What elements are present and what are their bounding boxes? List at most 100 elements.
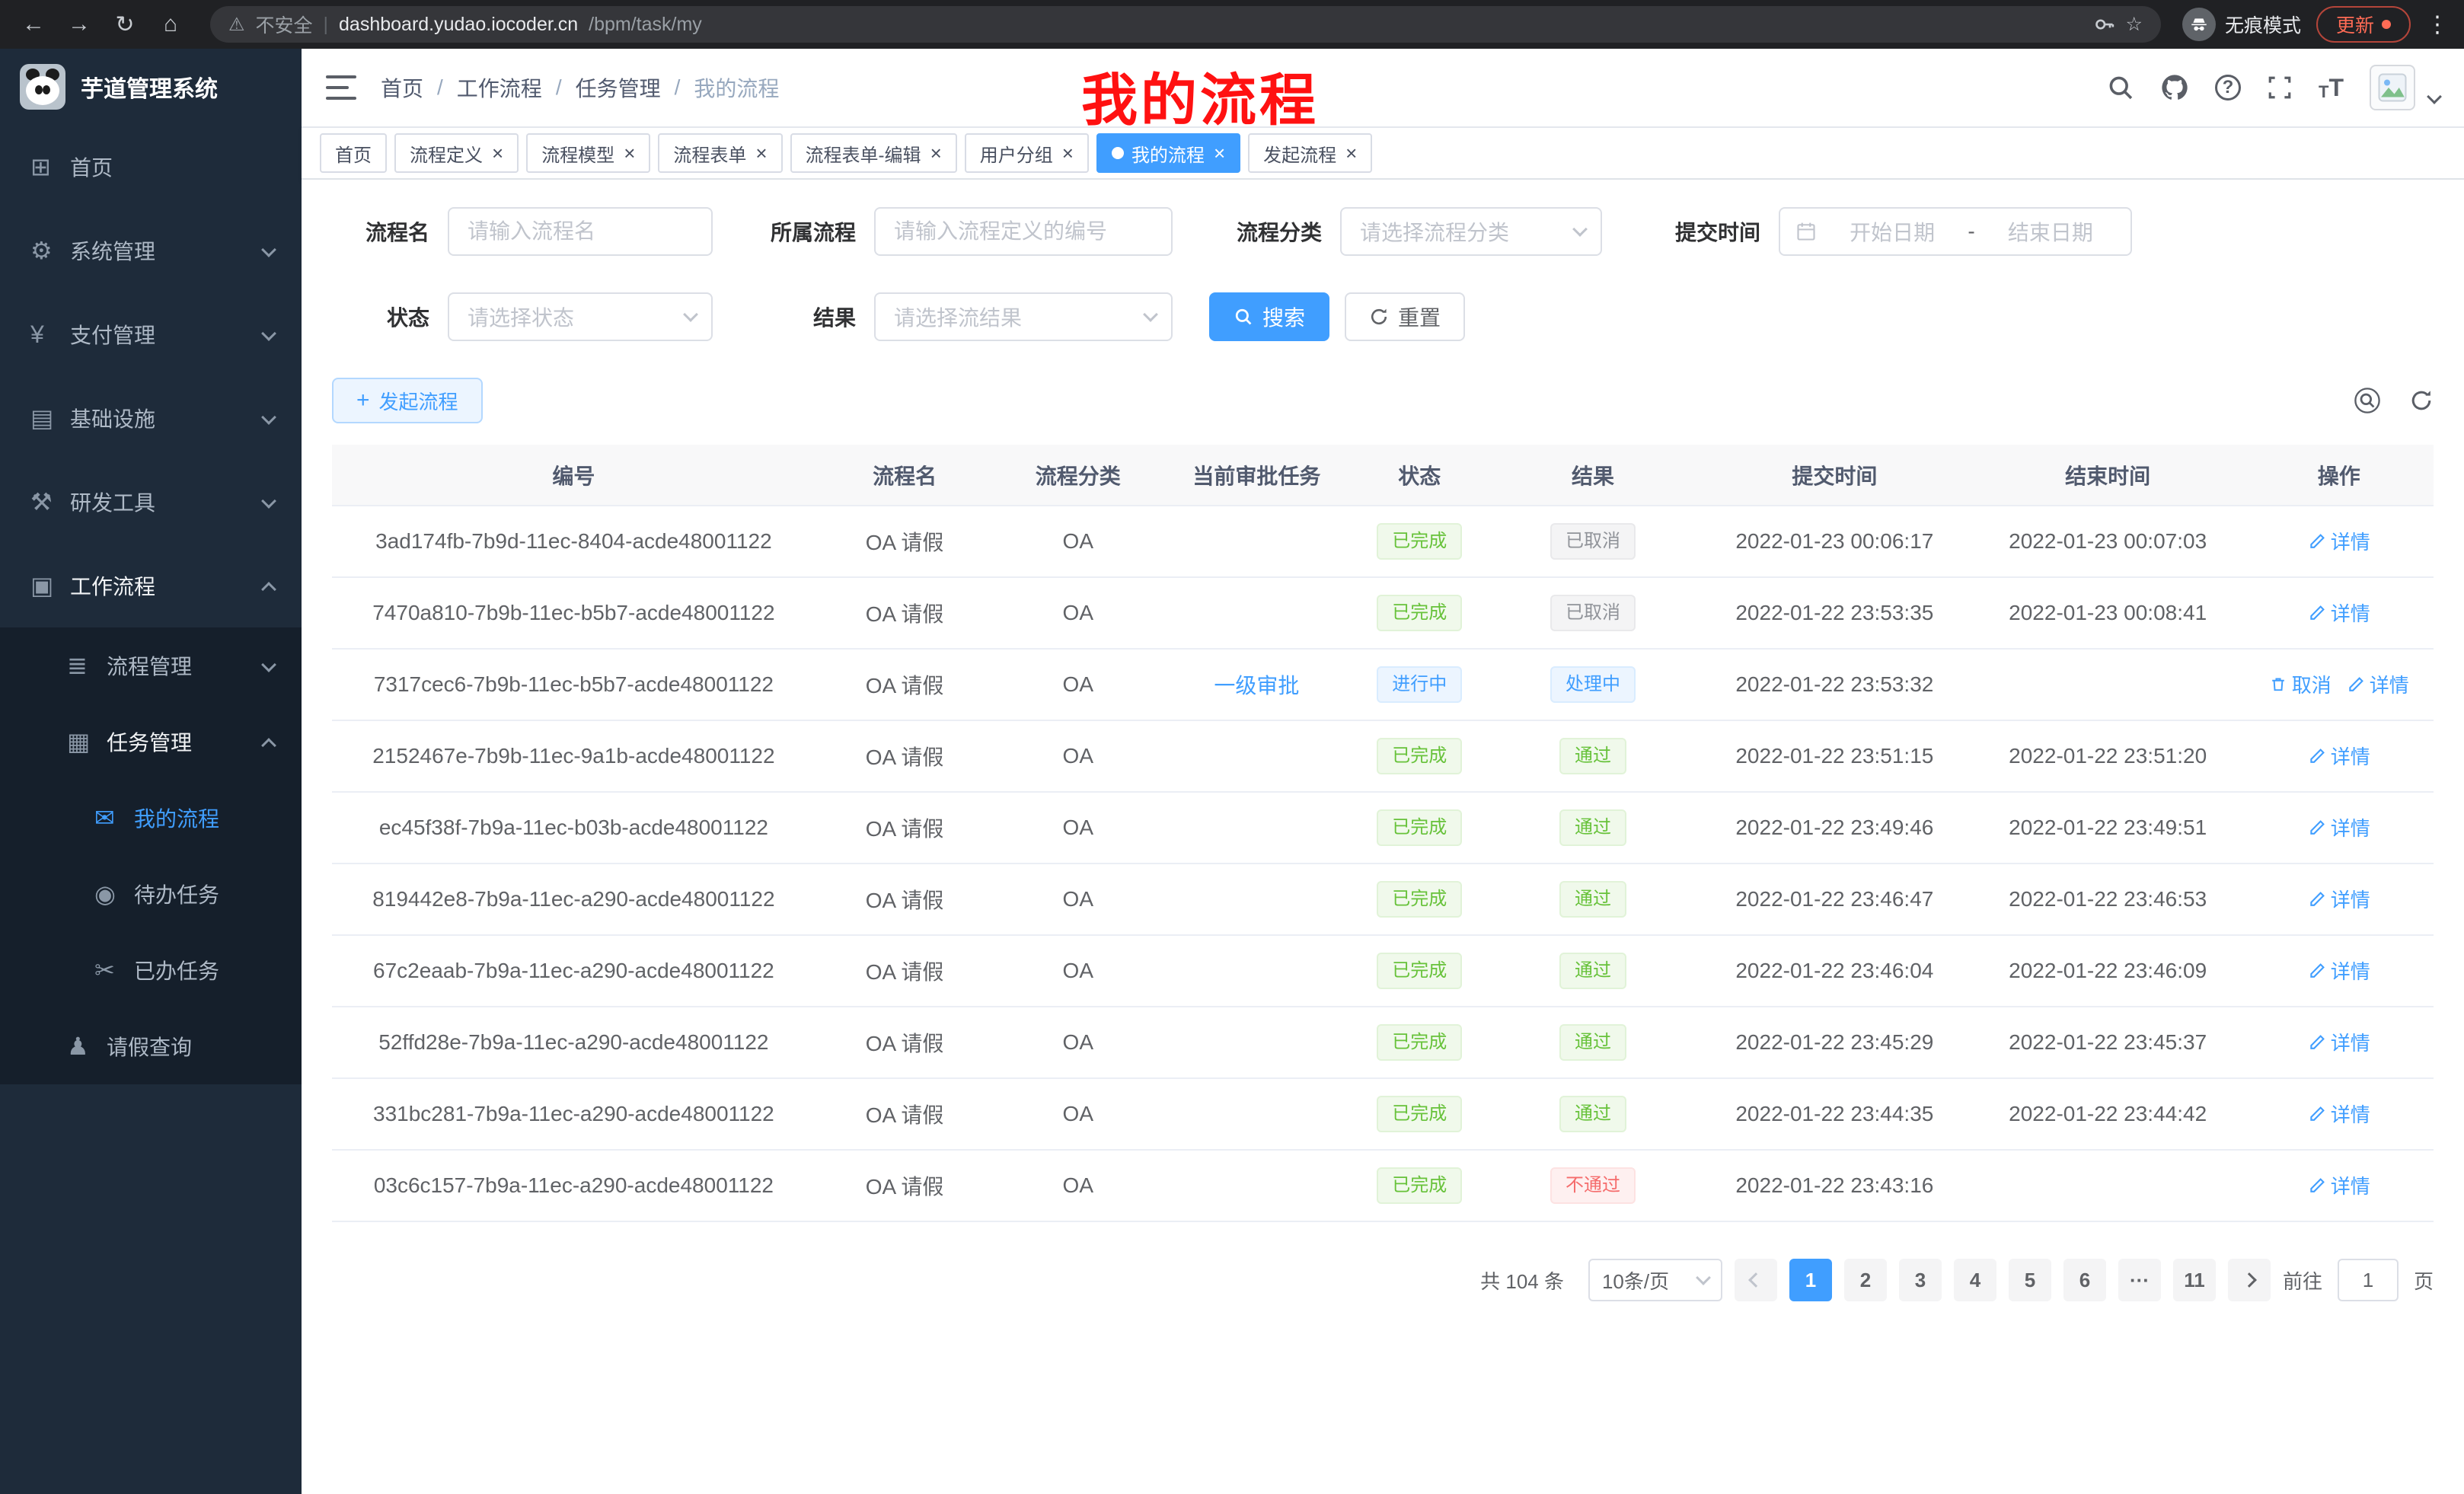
browser-menu-icon[interactable]: ⋮ (2426, 11, 2449, 38)
tab-start-process[interactable]: 发起流程× (1248, 133, 1372, 173)
tab-user-group[interactable]: 用户分组× (965, 133, 1089, 173)
fullscreen-icon[interactable] (2267, 75, 2293, 101)
tab-my-process[interactable]: 我的流程× (1096, 133, 1240, 173)
close-icon[interactable]: × (624, 143, 635, 163)
submit-time-range-picker[interactable]: 开始日期 - 结束日期 (1779, 207, 2132, 256)
tab-process-form[interactable]: 流程表单× (658, 133, 782, 173)
user-avatar[interactable] (2370, 65, 2415, 110)
detail-link[interactable]: 详情 (2308, 599, 2370, 627)
page-size-select[interactable]: 10条/页 (1588, 1259, 1722, 1301)
sidebar-item-infrastructure[interactable]: ▤基础设施 (0, 376, 302, 460)
detail-link[interactable]: 详情 (2308, 1028, 2370, 1056)
help-icon[interactable]: ? (2215, 75, 2241, 101)
detail-link[interactable]: 详情 (2308, 813, 2370, 841)
category-label: 流程分类 (1209, 216, 1322, 247)
table-row: 2152467e-7b9b-11ec-9a1b-acde48001122OA 请… (332, 720, 2434, 792)
sidebar-item-done-tasks[interactable]: ✂已办任务 (0, 932, 302, 1008)
close-icon[interactable]: × (492, 143, 503, 163)
reset-button[interactable]: 重置 (1345, 292, 1465, 341)
tab-process-form-edit[interactable]: 流程表单-编辑× (790, 133, 957, 173)
detail-link[interactable]: 详情 (2308, 527, 2370, 555)
page-button-3[interactable]: 3 (1899, 1259, 1942, 1301)
reload-icon[interactable]: ↻ (107, 6, 143, 43)
update-button[interactable]: 更新 (2316, 6, 2411, 43)
close-icon[interactable]: × (1062, 143, 1074, 163)
sidebar-item-label: 研发工具 (70, 487, 155, 517)
goto-page-input[interactable] (2338, 1259, 2399, 1301)
home-icon[interactable]: ⌂ (152, 6, 189, 43)
font-size-icon[interactable]: TT (2319, 74, 2344, 102)
tasks-icon: ▦ (67, 727, 107, 756)
page-button-5[interactable]: 5 (2009, 1259, 2051, 1301)
sidebar-item-workflow[interactable]: ▣工作流程 (0, 544, 302, 627)
sidebar-item-payment[interactable]: ¥支付管理 (0, 292, 302, 376)
detail-link[interactable]: 详情 (2347, 670, 2409, 698)
process-name-label: 流程名 (332, 216, 429, 247)
owner-process-input[interactable] (874, 207, 1173, 256)
total-count: 共 104 条 (1480, 1266, 1564, 1294)
refresh-icon[interactable] (2409, 388, 2434, 413)
search-button[interactable]: 搜索 (1209, 292, 1329, 341)
detail-link[interactable]: 详情 (2308, 742, 2370, 770)
active-tab-dot (1112, 147, 1124, 159)
tab-home[interactable]: 首页 (320, 133, 387, 173)
bookmark-star-icon[interactable]: ☆ (2126, 13, 2143, 36)
close-icon[interactable]: × (755, 143, 767, 163)
sidebar-item-home[interactable]: ⊞首页 (0, 125, 302, 209)
cancel-link[interactable]: 取消 (2269, 670, 2332, 698)
sidebar-item-task-mgmt[interactable]: ▦任务管理 (0, 704, 302, 780)
cell-name: OA 请假 (815, 649, 994, 720)
key-icon[interactable] (2094, 14, 2115, 35)
result-select[interactable]: 请选择流结果 (874, 292, 1173, 341)
status-select[interactable]: 请选择状态 (448, 292, 713, 341)
page-button-4[interactable]: 4 (1954, 1259, 1996, 1301)
breadcrumb-item[interactable]: 工作流程 (457, 72, 542, 103)
cell-name: OA 请假 (815, 1150, 994, 1221)
sidebar-item-process-mgmt[interactable]: ≣流程管理 (0, 627, 302, 704)
back-icon[interactable]: ← (15, 6, 52, 43)
address-bar[interactable]: ⚠ 不安全 | dashboard.yudao.iocoder.cn/bpm/t… (210, 6, 2161, 43)
chevron-right-icon (2242, 1272, 2257, 1288)
close-icon[interactable]: × (1345, 143, 1357, 163)
sidebar-item-system[interactable]: ⚙系统管理 (0, 209, 302, 292)
chevron-down-icon[interactable] (2427, 89, 2442, 104)
incognito-icon (2182, 8, 2216, 41)
sidebar-item-todo-tasks[interactable]: ◉待办任务 (0, 856, 302, 932)
breadcrumb-item[interactable]: 任务管理 (576, 72, 661, 103)
sidebar-item-dev-tools[interactable]: ⚒研发工具 (0, 460, 302, 544)
collapse-sidebar-icon[interactable] (326, 75, 356, 100)
detail-link[interactable]: 详情 (2308, 1100, 2370, 1128)
start-process-button[interactable]: + 发起流程 (332, 378, 483, 423)
breadcrumb-item[interactable]: 首页 (381, 72, 423, 103)
category-select[interactable]: 请选择流程分类 (1340, 207, 1602, 256)
cell-actions: 取消详情 (2245, 649, 2434, 720)
close-icon[interactable]: × (1214, 143, 1225, 163)
tab-process-model[interactable]: 流程模型× (526, 133, 650, 173)
pagination-more-button[interactable]: ··· (2118, 1259, 2161, 1301)
result-tag: 不通过 (1550, 1167, 1636, 1204)
page-button-6[interactable]: 6 (2063, 1259, 2106, 1301)
forward-icon[interactable]: → (61, 6, 97, 43)
page-button-2[interactable]: 2 (1844, 1259, 1887, 1301)
sidebar-item-my-process[interactable]: ✉我的流程 (0, 780, 302, 856)
breadcrumb-separator: / (556, 75, 562, 100)
url-path: /bpm/task/my (589, 14, 702, 36)
search-icon[interactable] (2107, 74, 2134, 101)
tab-process-definition[interactable]: 流程定义× (394, 133, 519, 173)
cell-status: 已完成 (1352, 506, 1488, 577)
search-icon[interactable] (2353, 386, 2382, 415)
prev-page-button[interactable] (1735, 1259, 1777, 1301)
page-button-1[interactable]: 1 (1789, 1259, 1832, 1301)
sidebar-item-leave-query[interactable]: ♟请假查询 (0, 1008, 302, 1084)
current-task-link[interactable]: 一级审批 (1214, 674, 1299, 698)
next-page-button[interactable] (2228, 1259, 2271, 1301)
page-button-11[interactable]: 11 (2173, 1259, 2216, 1301)
close-icon[interactable]: × (930, 143, 942, 163)
sidebar: 芋道管理系统 ⊞首页⚙系统管理¥支付管理▤基础设施⚒研发工具▣工作流程≣流程管理… (0, 49, 302, 1494)
detail-link[interactable]: 详情 (2308, 1171, 2370, 1199)
address-divider: | (324, 14, 329, 36)
github-icon[interactable] (2160, 73, 2189, 102)
process-name-input[interactable] (448, 207, 713, 256)
detail-link[interactable]: 详情 (2308, 956, 2370, 985)
detail-link[interactable]: 详情 (2308, 885, 2370, 913)
